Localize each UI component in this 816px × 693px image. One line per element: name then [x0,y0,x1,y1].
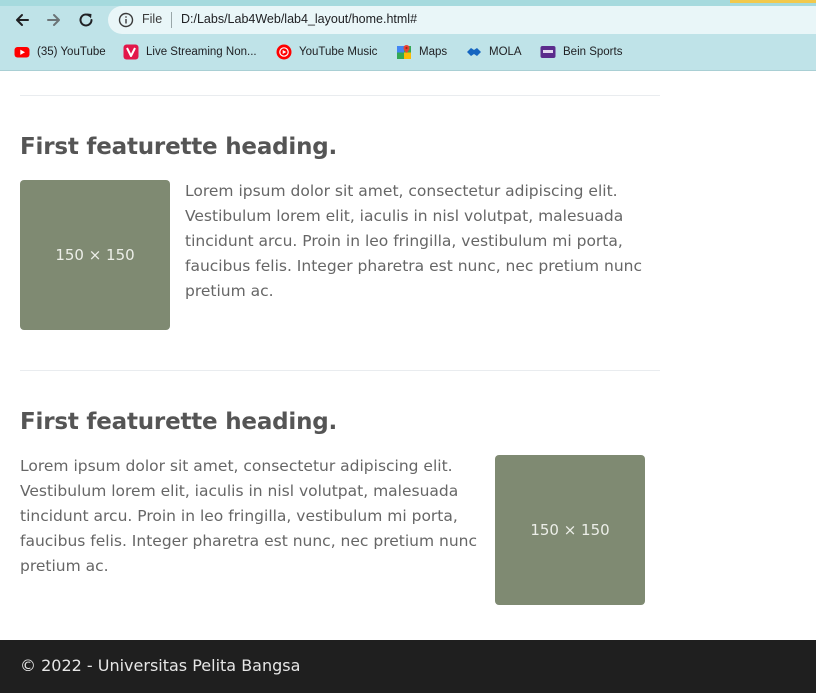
featurette-heading: First featurette heading. [20,409,338,435]
bookmark-label: Bein Sports [563,46,623,58]
mola-icon [467,48,481,56]
reload-button[interactable] [76,10,96,30]
reload-icon [79,13,93,27]
text-line: Vestibulum lorem elit, iaculis in nisl v… [20,482,459,500]
page-content: First featurette heading. 150 × 150 Lore… [0,71,816,640]
maps-icon [397,45,411,59]
placeholder-label: 150 × 150 [530,521,610,539]
address-bar[interactable]: File D:/Labs/Lab4Web/lab4_layout/home.ht… [108,6,816,34]
bookmarks-bar: (35) YouTube Live Streaming Non... YouTu… [0,40,816,64]
text-line: pretium ac. [185,282,274,300]
text-line: faucibus felis. Integer pharetra est nun… [20,532,478,550]
featurette-text: Lorem ipsum dolor sit amet, consectetur … [20,454,490,579]
bein-sports-icon [540,46,556,58]
bookmark-label: Live Streaming Non... [146,46,257,58]
text-line: faucibus felis. Integer pharetra est nun… [185,257,643,275]
bookmark-mola[interactable]: MOLA [466,42,522,62]
bookmark-label: (35) YouTube [37,46,106,58]
url-text[interactable]: D:/Labs/Lab4Web/lab4_layout/home.html# [181,12,417,26]
bookmark-youtube[interactable]: (35) YouTube [14,42,106,62]
bookmark-label: Maps [419,46,448,58]
bookmark-live-streaming[interactable]: Live Streaming Non... [123,42,257,62]
streaming-icon [123,44,139,60]
info-icon[interactable] [118,12,134,28]
featurette-text: Lorem ipsum dolor sit amet, consectetur … [185,179,655,304]
bookmark-maps[interactable]: Maps [396,42,447,62]
forward-arrow-icon [47,14,60,26]
tab-indicator [730,0,816,3]
back-button[interactable] [12,10,32,30]
address-separator [171,12,172,28]
bookmark-label: MOLA [489,46,522,58]
page-footer: © 2022 - Universitas Pelita Bangsa [0,640,816,693]
scheme-label: File [142,12,163,26]
featurette-heading: First featurette heading. [20,134,338,160]
text-line: Lorem ipsum dolor sit amet, consectetur … [20,457,453,475]
text-line: pretium ac. [20,557,109,575]
placeholder-image: 150 × 150 [495,455,645,605]
forward-button[interactable] [44,10,64,30]
browser-chrome: File D:/Labs/Lab4Web/lab4_layout/home.ht… [0,0,816,71]
youtube-music-icon [276,44,292,60]
placeholder-image: 150 × 150 [20,180,170,330]
bookmark-youtube-music[interactable]: YouTube Music [276,42,377,62]
text-line: Vestibulum lorem elit, iaculis in nisl v… [185,207,624,225]
bookmark-label: YouTube Music [299,46,378,58]
bookmark-bein-sports[interactable]: Bein Sports [540,42,622,62]
text-line: tincidunt arcu. Proin in leo fringilla, … [185,232,623,250]
placeholder-label: 150 × 150 [55,246,135,264]
text-line: tincidunt arcu. Proin in leo fringilla, … [20,507,458,525]
featurette-divider [20,370,660,371]
featurette-divider [20,95,660,96]
footer-copyright: © 2022 - Universitas Pelita Bangsa [20,656,301,675]
youtube-icon [14,47,30,58]
back-arrow-icon [16,14,29,26]
text-line: Lorem ipsum dolor sit amet, consectetur … [185,182,618,200]
